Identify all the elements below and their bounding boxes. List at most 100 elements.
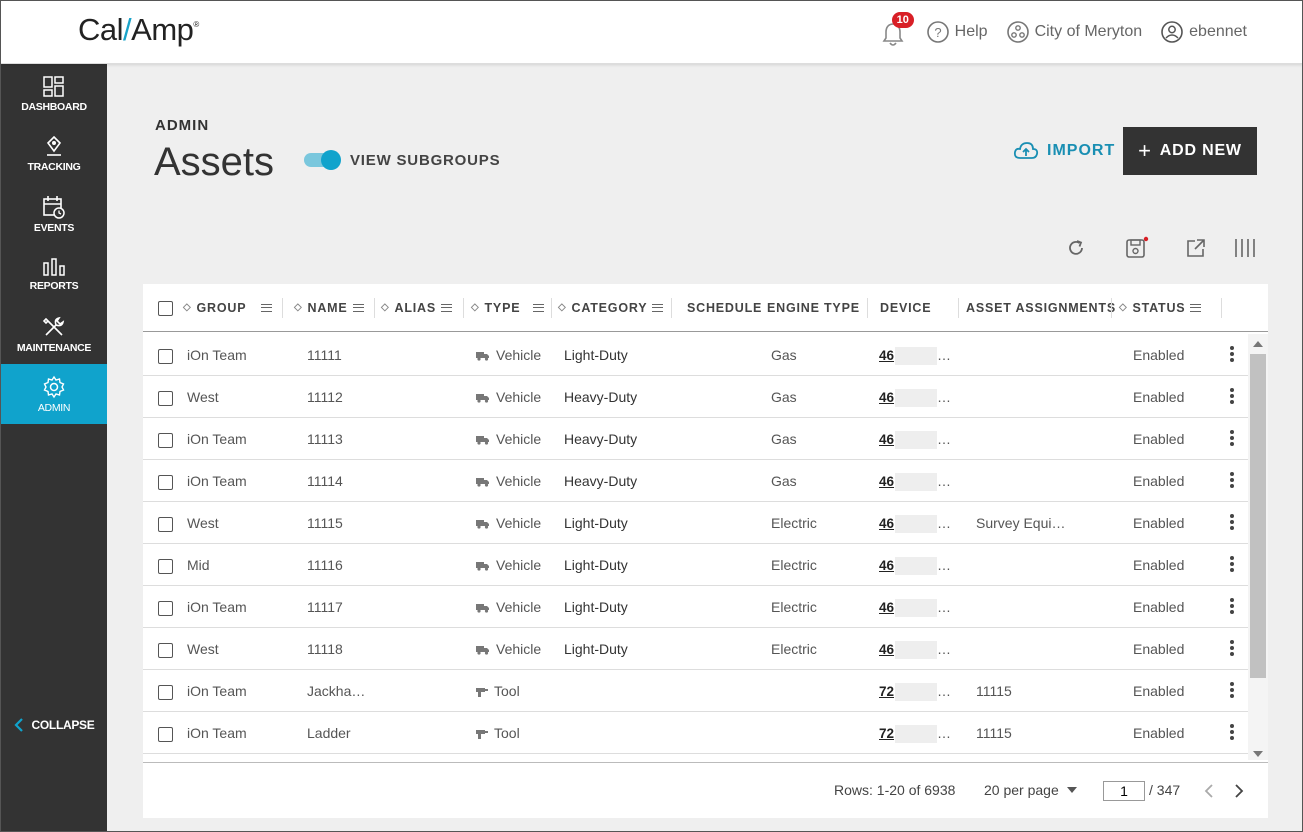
- device-link[interactable]: 72: [879, 726, 894, 741]
- cell-device[interactable]: 46…: [879, 557, 951, 576]
- next-page-icon[interactable]: [1234, 784, 1244, 798]
- add-new-button[interactable]: + ADD NEW: [1123, 127, 1257, 175]
- row-actions-kebab-icon[interactable]: [1230, 724, 1234, 742]
- row-actions-kebab-icon[interactable]: [1230, 472, 1234, 490]
- row-actions-kebab-icon[interactable]: [1230, 346, 1234, 364]
- table-row[interactable]: Mid 11116 Vehicle Light-Duty Electric 46 … Enab…: [143, 544, 1248, 586]
- table-row[interactable]: iOn Team 11111 Vehicle Light-Duty Gas 46 … Enab…: [143, 334, 1248, 376]
- row-actions-kebab-icon[interactable]: [1230, 556, 1234, 574]
- column-header-group[interactable]: ◇ GROUP: [183, 301, 273, 315]
- column-header-category[interactable]: ◇ CATEGORY: [558, 301, 664, 315]
- sort-icon[interactable]: ◇: [294, 303, 303, 313]
- scroll-up-icon[interactable]: [1253, 341, 1263, 347]
- notifications-bell-icon[interactable]: 10: [882, 12, 914, 46]
- device-link[interactable]: 46: [879, 348, 894, 363]
- refresh-icon[interactable]: [1066, 238, 1086, 258]
- device-link[interactable]: 46: [879, 390, 894, 405]
- per-page-select[interactable]: 20 per page: [984, 782, 1077, 798]
- cell-device[interactable]: 72…: [879, 725, 951, 744]
- cell-device[interactable]: 46…: [879, 515, 951, 534]
- column-menu-icon[interactable]: [533, 304, 545, 312]
- table-row[interactable]: iOn Team Ladder Tool 72 … 11115 Enabled: [143, 712, 1248, 754]
- sort-icon[interactable]: ◇: [381, 303, 390, 313]
- device-link[interactable]: 72: [879, 684, 894, 699]
- device-link[interactable]: 46: [879, 642, 894, 657]
- sort-icon[interactable]: ◇: [558, 303, 567, 313]
- cell-device[interactable]: 46…: [879, 431, 951, 450]
- device-link[interactable]: 46: [879, 558, 894, 573]
- save-view-icon[interactable]: [1125, 236, 1149, 260]
- row-actions-kebab-icon[interactable]: [1230, 388, 1234, 406]
- help-link[interactable]: ? Help: [926, 20, 988, 44]
- sidebar-item-maintenance[interactable]: MAINTENANCE: [1, 304, 107, 364]
- row-checkbox[interactable]: [158, 685, 173, 700]
- table-row[interactable]: West 11115 Vehicle Light-Duty Electric 46 … Sur…: [143, 502, 1248, 544]
- row-checkbox[interactable]: [158, 349, 173, 364]
- column-menu-icon[interactable]: [352, 304, 364, 312]
- column-header-name[interactable]: ◇ NAME: [294, 301, 364, 315]
- import-button[interactable]: IMPORT: [1013, 141, 1115, 161]
- sort-icon[interactable]: ◇: [183, 303, 192, 313]
- row-checkbox[interactable]: [158, 727, 173, 742]
- table-row[interactable]: West 11112 Vehicle Heavy-Duty Gas 46 … Enabled: [143, 376, 1248, 418]
- row-actions-kebab-icon[interactable]: [1230, 640, 1234, 658]
- column-header-device[interactable]: DEVICE: [880, 301, 931, 315]
- cell-device[interactable]: 46…: [879, 347, 951, 366]
- cell-device[interactable]: 46…: [879, 389, 951, 408]
- column-header-type[interactable]: ◇ TYPE: [471, 301, 545, 315]
- column-menu-icon[interactable]: [652, 304, 664, 312]
- column-header-status[interactable]: ◇ STATUS: [1119, 301, 1202, 315]
- column-menu-icon[interactable]: [1190, 304, 1202, 312]
- device-link[interactable]: 46: [879, 432, 894, 447]
- table-scrollbar[interactable]: [1248, 334, 1268, 760]
- row-actions-kebab-icon[interactable]: [1230, 430, 1234, 448]
- scroll-down-icon[interactable]: [1253, 751, 1263, 757]
- select-all-checkbox[interactable]: [158, 301, 173, 316]
- table-row[interactable]: iOn Team 11113 Vehicle Heavy-Duty Gas 46 … Enab…: [143, 418, 1248, 460]
- column-header-alias[interactable]: ◇ ALIAS: [381, 301, 452, 315]
- row-checkbox[interactable]: [158, 643, 173, 658]
- sidebar-item-tracking[interactable]: TRACKING: [1, 124, 107, 184]
- cell-device[interactable]: 46…: [879, 599, 951, 618]
- column-header-schedule[interactable]: SCHEDULE: [687, 301, 762, 315]
- row-checkbox[interactable]: [158, 475, 173, 490]
- table-row[interactable]: iOn Team 11114 Vehicle Heavy-Duty Gas 46 … Enab…: [143, 460, 1248, 502]
- export-icon[interactable]: [1186, 238, 1206, 258]
- page-number-input[interactable]: [1103, 781, 1145, 801]
- table-row[interactable]: iOn Team 11117 Vehicle Light-Duty Electric 46…: [143, 586, 1248, 628]
- column-menu-icon[interactable]: [261, 304, 273, 312]
- column-header-asset-assignments[interactable]: ASSET ASSIGNMENTS: [966, 301, 1116, 315]
- row-actions-kebab-icon[interactable]: [1230, 514, 1234, 532]
- row-actions-kebab-icon[interactable]: [1230, 682, 1234, 700]
- user-menu[interactable]: ebennet: [1160, 20, 1247, 44]
- device-link[interactable]: 46: [879, 474, 894, 489]
- collapse-button[interactable]: COLLAPSE: [1, 718, 107, 732]
- cell-device[interactable]: 46…: [879, 473, 951, 492]
- device-link[interactable]: 46: [879, 600, 894, 615]
- table-row[interactable]: West 11118 Vehicle Light-Duty Electric 46 … Ena…: [143, 628, 1248, 670]
- cell-device[interactable]: 46…: [879, 641, 951, 660]
- sidebar-item-dashboard[interactable]: DASHBOARD: [1, 64, 107, 124]
- row-checkbox[interactable]: [158, 601, 173, 616]
- sidebar-item-events[interactable]: EVENTS: [1, 184, 107, 244]
- device-link[interactable]: 46: [879, 516, 894, 531]
- column-menu-icon[interactable]: [441, 304, 452, 312]
- sort-icon[interactable]: ◇: [471, 303, 480, 313]
- row-checkbox[interactable]: [158, 391, 173, 406]
- sidebar-item-reports[interactable]: REPORTS: [1, 244, 107, 304]
- sort-icon[interactable]: ◇: [1119, 303, 1128, 313]
- organization-selector[interactable]: City of Meryton: [1006, 20, 1142, 44]
- row-checkbox[interactable]: [158, 559, 173, 574]
- table-row[interactable]: iOn Team Jackha… Tool 72 … 11115 Enabled: [143, 670, 1248, 712]
- previous-page-icon[interactable]: [1204, 784, 1214, 798]
- scrollbar-thumb[interactable]: [1250, 354, 1266, 678]
- row-checkbox[interactable]: [158, 433, 173, 448]
- column-header-engine-type[interactable]: ENGINE TYPE: [767, 301, 860, 315]
- row-actions-kebab-icon[interactable]: [1230, 598, 1234, 616]
- columns-icon[interactable]: [1234, 238, 1256, 258]
- sidebar-item-admin[interactable]: ADMIN: [1, 364, 107, 424]
- row-checkbox[interactable]: [158, 517, 173, 532]
- cell-device[interactable]: 72…: [879, 683, 951, 702]
- view-subgroups-toggle[interactable]: [304, 150, 342, 170]
- calamp-logo[interactable]: Cal/Amp®: [78, 12, 199, 48]
